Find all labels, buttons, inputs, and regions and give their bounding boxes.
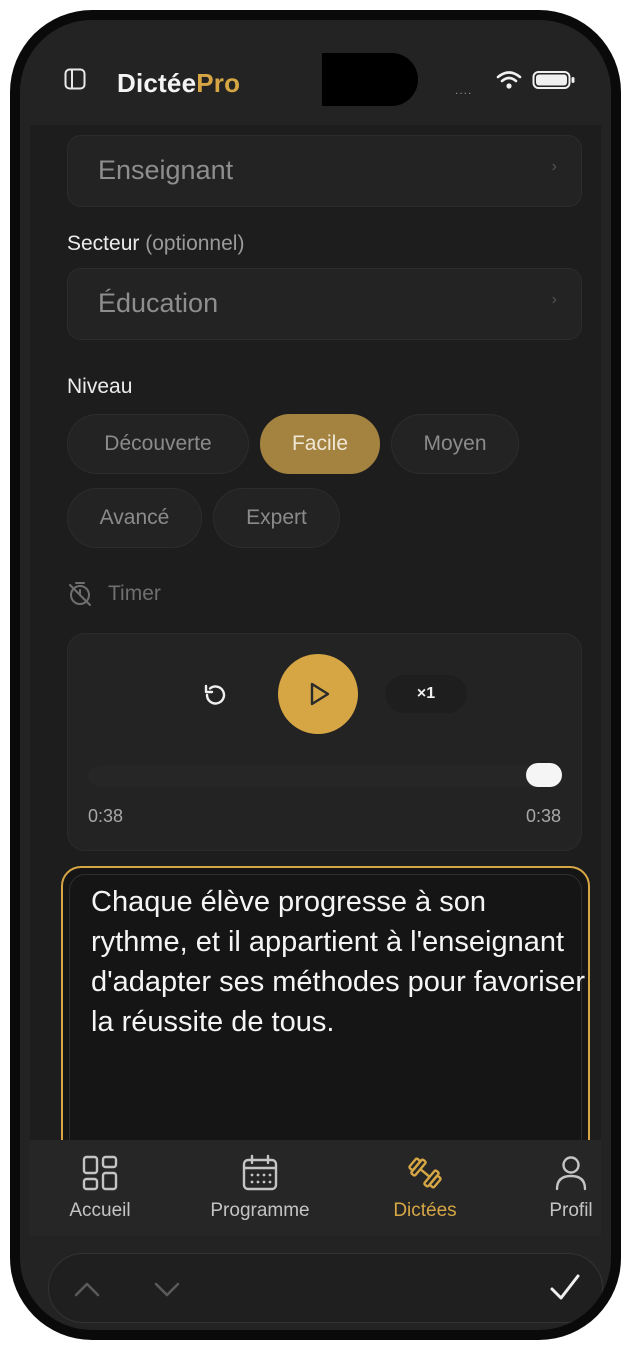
audio-player: ×1 0:38 0:38: [67, 633, 582, 851]
role-select[interactable]: Enseignant ›: [67, 135, 582, 207]
app-header: DictéePro ....: [20, 20, 611, 125]
total-time: 0:38: [525, 806, 561, 826]
level-chip-decouverte[interactable]: Découverte: [67, 414, 249, 474]
chevron-up-icon[interactable]: [73, 1276, 101, 1302]
role-value: Enseignant: [98, 155, 234, 185]
level-chip-facile[interactable]: Facile: [260, 414, 380, 474]
sector-optional-hint: (optionnel): [145, 232, 245, 255]
tab-label: Programme: [210, 1200, 310, 1221]
timer-off-icon: [69, 582, 91, 606]
play-button[interactable]: [278, 654, 358, 734]
chevron-icon: ›: [551, 158, 557, 175]
dictation-text-area[interactable]: Chaque élève progresse à son rythme, et …: [61, 866, 590, 1140]
level-chip-moyen[interactable]: Moyen: [391, 414, 519, 474]
user-icon: [555, 1156, 587, 1191]
play-icon: [310, 682, 330, 706]
grid-icon: [82, 1155, 118, 1191]
replay-icon[interactable]: [202, 682, 228, 708]
sector-label-text: Secteur: [67, 232, 140, 255]
tab-programme[interactable]: Programme: [190, 1140, 330, 1236]
playback-speed-button[interactable]: ×1: [385, 675, 467, 713]
dumbbell-icon: [408, 1157, 442, 1189]
tab-accueil[interactable]: Accueil: [30, 1140, 170, 1236]
wifi-icon: [496, 71, 522, 89]
tab-label: Accueil: [69, 1200, 131, 1221]
keyboard-accessory-bar: [48, 1253, 603, 1323]
bottom-tab-bar: Accueil Programme Dictées Profil: [30, 1140, 601, 1236]
level-label: Niveau: [67, 375, 133, 398]
progress-knob[interactable]: [526, 763, 562, 787]
sector-value: Éducation: [98, 288, 219, 318]
level-chip-expert[interactable]: Expert: [213, 488, 340, 548]
sector-select[interactable]: Éducation ›: [67, 268, 582, 340]
dictation-text: Chaque élève progresse à son rythme, et …: [91, 886, 585, 1038]
sector-label: Secteur (optionnel): [67, 232, 244, 256]
screen: DictéePro .... Enseignant › Secteur (opt…: [20, 20, 611, 1330]
phone-frame: DictéePro .... Enseignant › Secteur (opt…: [10, 10, 621, 1340]
dynamic-island: [322, 53, 418, 106]
calendar-icon: [242, 1154, 278, 1191]
app-logo: DictéePro: [117, 68, 240, 99]
brand-part1: Dictée: [117, 68, 197, 98]
dictation-settings-panel: Enseignant › Secteur (optionnel) Éducati…: [30, 125, 601, 1140]
level-chip-avance[interactable]: Avancé: [67, 488, 202, 548]
chevron-icon: ›: [551, 291, 557, 308]
sidebar-toggle-icon[interactable]: [64, 68, 86, 90]
signal-indicator: ....: [455, 83, 473, 97]
chevron-down-icon[interactable]: [153, 1276, 181, 1302]
battery-icon: [532, 71, 575, 89]
tab-label: Profil: [549, 1200, 593, 1221]
tab-label: Dictées: [393, 1200, 457, 1221]
checkmark-icon[interactable]: [548, 1271, 582, 1305]
progress-track[interactable]: [88, 766, 563, 786]
current-time: 0:38: [88, 806, 124, 826]
tab-profil[interactable]: Profil: [501, 1140, 611, 1236]
timer-label: Timer: [108, 582, 161, 605]
tab-dictees[interactable]: Dictées: [355, 1140, 495, 1236]
brand-part2: Pro: [196, 68, 241, 98]
